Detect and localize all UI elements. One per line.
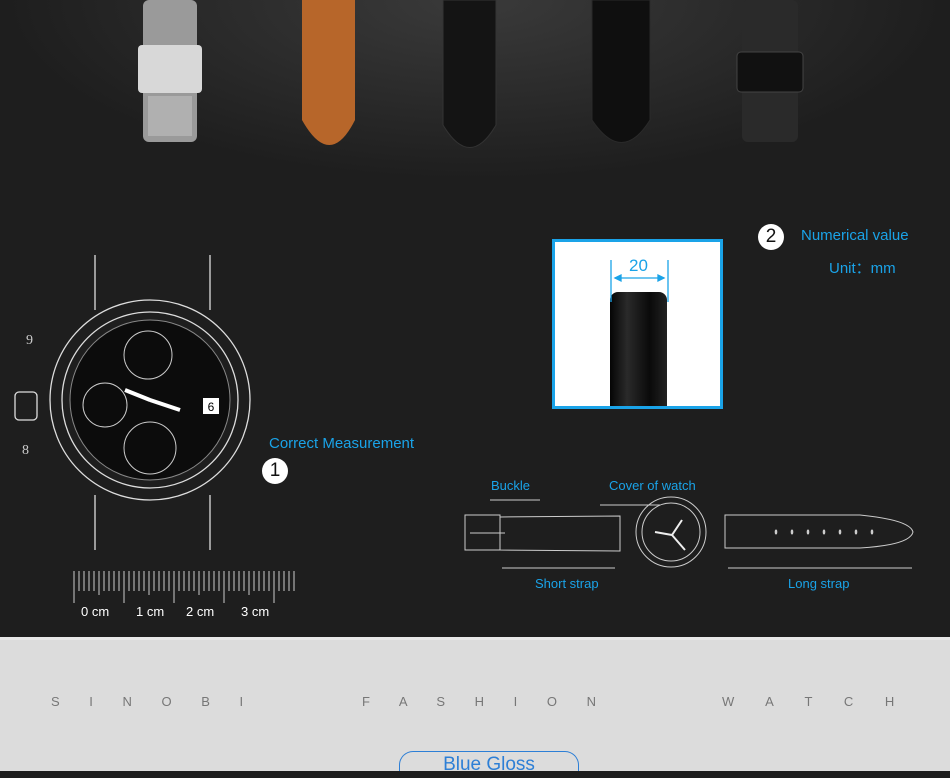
tagline-word-3: W A T C H — [722, 694, 909, 709]
brand-tagline: S I N O B I F A S H I O N W A T C H — [0, 694, 950, 712]
tagline-word-2: F A S H I O N — [362, 694, 610, 709]
correct-measurement-label: Correct Measurement — [269, 435, 415, 452]
mesh-silver-strap — [138, 0, 202, 142]
ruler-label-0: 0 cm — [81, 604, 110, 619]
strap-variants-photo — [0, 0, 950, 182]
mesh-black-strap — [736, 0, 804, 142]
strap-hole — [822, 529, 826, 535]
strap-hole — [806, 529, 810, 535]
strap-hole — [870, 529, 874, 535]
strap-hole — [854, 529, 858, 535]
ruler — [73, 571, 295, 603]
unit-label: Unit：mm — [829, 260, 896, 277]
dial-number-9: 9 — [26, 333, 33, 348]
strap-photo — [610, 292, 667, 406]
brown-leather-strap — [302, 0, 355, 145]
long-strap-label: Long strap — [788, 576, 850, 591]
ruler-label-3: 3 cm — [241, 604, 270, 619]
strap-hole — [838, 529, 842, 535]
width-value: 20 — [629, 256, 648, 275]
step-1-badge: 1 — [262, 458, 288, 484]
strap-diagram — [464, 496, 914, 569]
ruler-label-2: 2 cm — [186, 604, 215, 619]
color-variant-button[interactable]: Blue Gloss — [399, 751, 579, 775]
buckle-label: Buckle — [491, 478, 531, 493]
strap-hole — [790, 529, 794, 535]
black-leather-strap — [442, 0, 497, 148]
ruler-label-1: 1 cm — [136, 604, 165, 619]
numerical-value-label: Numerical value — [801, 227, 909, 244]
dial-number-8: 8 — [22, 443, 29, 458]
strap-width-photo: 20 — [552, 239, 723, 409]
cover-of-watch-label: Cover of watch — [609, 478, 696, 493]
straps-image — [138, 0, 804, 148]
strap-hole — [774, 529, 778, 535]
tagline-word-1: S I N O B I — [51, 694, 257, 709]
short-strap-label: Short strap — [535, 576, 599, 591]
step-2-badge: 2 — [758, 224, 784, 250]
black-stitched-strap — [591, 0, 651, 143]
watch-sketch: 6 9 8 — [14, 255, 251, 550]
date-window: 6 — [208, 400, 215, 414]
